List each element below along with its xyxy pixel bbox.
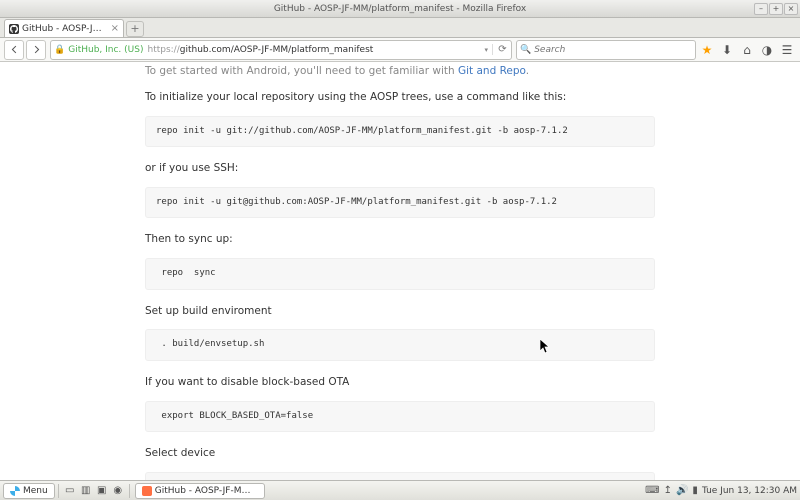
code-init-https[interactable]: repo init -u git://github.com/AOSP-JF-MM… xyxy=(145,116,655,148)
device-text: Select device xyxy=(145,446,655,462)
code-sync[interactable]: repo sync xyxy=(145,258,655,290)
env-text: Set up build enviroment xyxy=(145,304,655,320)
bookmark-star-icon[interactable]: ★ xyxy=(698,41,716,59)
window-title: GitHub - AOSP-JF-MM/platform_manifest - … xyxy=(274,4,526,14)
file-manager-icon[interactable]: ▥ xyxy=(78,483,94,499)
close-button[interactable]: × xyxy=(784,3,798,15)
terminal-icon[interactable]: ▣ xyxy=(94,483,110,499)
task-label: GitHub - AOSP-JF-MM/... xyxy=(155,486,258,496)
search-icon: 🔍 xyxy=(520,45,531,55)
tab-close-icon[interactable]: × xyxy=(111,23,119,34)
url-dropdown-icon[interactable]: ▾ xyxy=(484,46,488,54)
network-icon[interactable]: ↥ xyxy=(664,485,672,496)
github-favicon-icon xyxy=(9,24,19,34)
lock-icon: 🔒 xyxy=(54,45,65,55)
desktop-taskbar: Menu ▭ ▥ ▣ ◉ GitHub - AOSP-JF-MM/... ⌨ ↥… xyxy=(0,480,800,500)
url-bar[interactable]: 🔒 GitHub, Inc. (US) https://github.com/A… xyxy=(50,40,512,60)
battery-icon[interactable]: ▮ xyxy=(692,485,698,496)
minimize-button[interactable]: – xyxy=(754,3,768,15)
pocket-icon[interactable]: ◑ xyxy=(758,41,776,59)
new-tab-button[interactable]: + xyxy=(126,21,144,37)
home-icon[interactable]: ⌂ xyxy=(738,41,756,59)
volume-icon[interactable]: 🔊 xyxy=(676,485,688,496)
code-env[interactable]: . build/envsetup.sh xyxy=(145,329,655,361)
page-viewport: To get started with Android, you'll need… xyxy=(0,62,800,480)
reload-button[interactable]: ⟳ xyxy=(492,44,508,55)
distro-logo-icon xyxy=(10,486,20,496)
taskbar-separator xyxy=(129,484,130,498)
window-titlebar: GitHub - AOSP-JF-MM/platform_manifest - … xyxy=(0,0,800,18)
ota-text: If you want to disable block-based OTA xyxy=(145,375,655,391)
browser-tab[interactable]: GitHub - AOSP-JF-MM/pla... × xyxy=(4,19,124,37)
downloads-icon[interactable]: ⬇ xyxy=(718,41,736,59)
intro-text: To get started with Android, you'll need… xyxy=(145,65,458,77)
start-menu-button[interactable]: Menu xyxy=(3,483,55,499)
search-input[interactable] xyxy=(534,45,692,55)
git-repo-link[interactable]: Git and Repo xyxy=(458,65,526,77)
intro-line: To get started with Android, you'll need… xyxy=(145,64,655,80)
init-text: To initialize your local repository usin… xyxy=(145,90,655,106)
menu-label: Menu xyxy=(23,486,48,496)
code-init-ssh[interactable]: repo init -u git@github.com:AOSP-JF-MM/p… xyxy=(145,187,655,219)
back-button[interactable] xyxy=(4,40,24,60)
system-tray: ⌨ ↥ 🔊 ▮ Tue Jun 13, 12:30 AM xyxy=(645,485,797,496)
forward-button[interactable] xyxy=(26,40,46,60)
tab-label: GitHub - AOSP-JF-MM/pla... xyxy=(22,24,107,34)
site-identity: GitHub, Inc. (US) xyxy=(68,45,143,55)
browser-launcher-icon[interactable]: ◉ xyxy=(110,483,126,499)
ssh-text: or if you use SSH: xyxy=(145,161,655,177)
show-desktop-icon[interactable]: ▭ xyxy=(62,483,78,499)
url-protocol: https:// xyxy=(147,45,179,55)
readme-content: To get started with Android, you'll need… xyxy=(145,62,655,480)
taskbar-window-button[interactable]: GitHub - AOSP-JF-MM/... xyxy=(135,483,265,499)
navigation-toolbar: 🔒 GitHub, Inc. (US) https://github.com/A… xyxy=(0,38,800,62)
code-ota[interactable]: export BLOCK_BASED_OTA=false xyxy=(145,401,655,433)
clock[interactable]: Tue Jun 13, 12:30 AM xyxy=(702,486,797,496)
menu-icon[interactable]: ☰ xyxy=(778,41,796,59)
tab-strip: GitHub - AOSP-JF-MM/pla... × + xyxy=(0,18,800,38)
maximize-button[interactable]: + xyxy=(769,3,783,15)
firefox-task-icon xyxy=(142,486,152,496)
taskbar-separator xyxy=(58,484,59,498)
search-bar[interactable]: 🔍 xyxy=(516,40,696,60)
sync-text: Then to sync up: xyxy=(145,232,655,248)
url-text: github.com/AOSP-JF-MM/platform_manifest xyxy=(180,45,374,55)
code-lunch[interactable]: lunch xyxy=(145,472,655,480)
keyboard-icon[interactable]: ⌨ xyxy=(645,485,659,496)
